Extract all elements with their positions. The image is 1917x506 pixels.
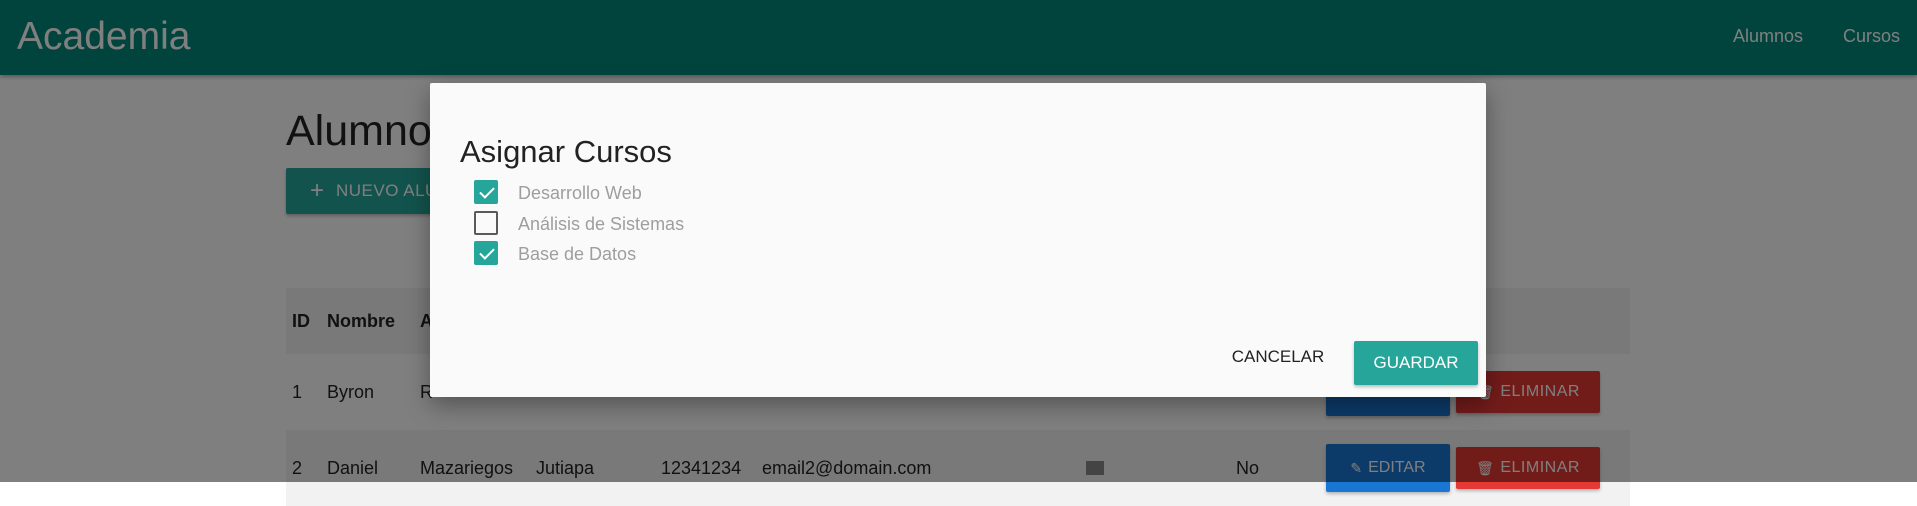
checkbox-unchecked[interactable] <box>474 211 498 235</box>
assign-courses-modal: Asignar Cursos Desarrollo Web Análisis d… <box>430 83 1486 397</box>
cancel-button[interactable]: CANCELAR <box>1230 337 1326 377</box>
checkbox-checked[interactable] <box>474 241 498 265</box>
course-label[interactable]: Desarrollo Web <box>518 180 642 206</box>
course-option-base-de-datos[interactable]: Base de Datos <box>474 241 874 267</box>
save-button[interactable]: GUARDAR <box>1354 341 1478 385</box>
course-label[interactable]: Base de Datos <box>518 241 636 267</box>
course-label[interactable]: Análisis de Sistemas <box>518 211 684 237</box>
course-option-analisis-de-sistemas[interactable]: Análisis de Sistemas <box>474 211 874 237</box>
checkbox-checked[interactable] <box>474 180 498 204</box>
modal-title: Asignar Cursos <box>460 134 672 169</box>
course-option-desarrollo-web[interactable]: Desarrollo Web <box>474 180 874 206</box>
